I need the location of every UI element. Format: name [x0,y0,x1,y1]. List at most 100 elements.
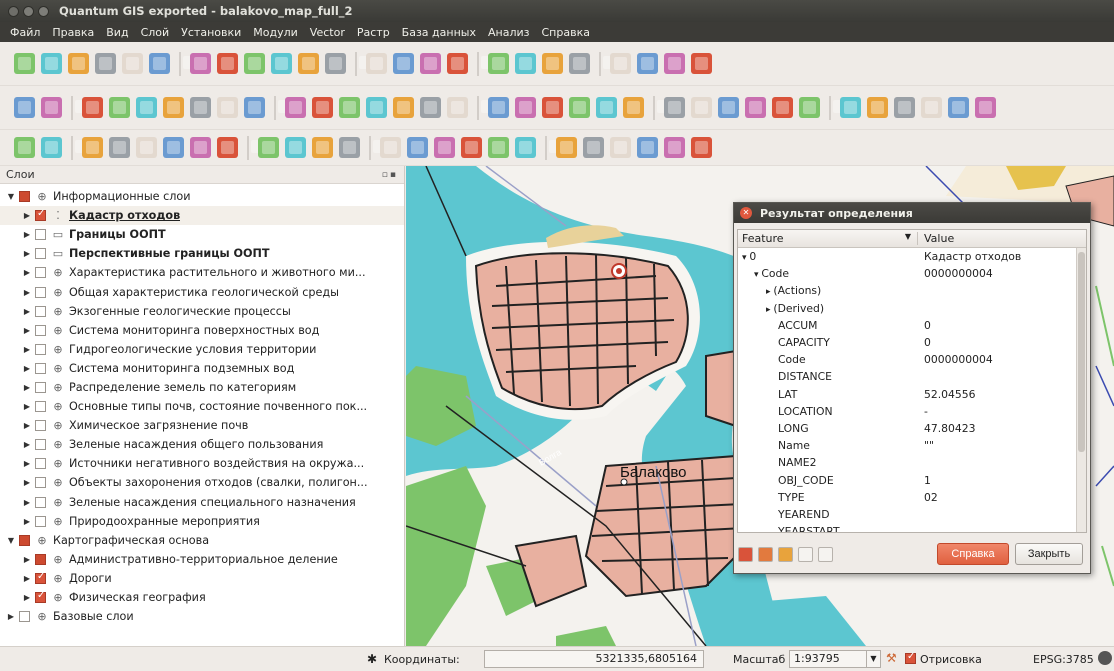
layer-row[interactable]: ▶ ⊕ Система мониторинга подземных вод [0,359,404,378]
window-close-icon[interactable] [8,5,19,17]
file-tool-icon[interactable] [95,53,116,74]
edit-tool-icon[interactable] [488,137,509,158]
layer-visibility-checkbox[interactable] [35,420,46,432]
edit-tool-icon[interactable] [190,137,211,158]
nav-tool-icon[interactable] [366,97,387,118]
nav-tool-icon[interactable] [420,97,441,118]
layer-row[interactable]: ▶ ⊕ Зеленые насаждения общего пользования [0,435,404,454]
layer-row[interactable]: ▶ ⊕ Характеристика растительного и животно… [0,263,404,282]
file-tool-icon[interactable] [190,53,211,74]
chevron-down-icon[interactable]: ▼ [866,651,880,667]
layer-visibility-checkbox[interactable] [35,439,46,451]
identify-row[interactable]: ▾ 0 Кадастр отходов [738,248,1086,265]
identify-row[interactable]: LOCATION - [738,403,1086,420]
layer-visibility-checkbox[interactable] [35,571,46,584]
expand-arrow-icon[interactable]: ▼ [6,192,16,201]
nav-tool-icon[interactable] [772,97,793,118]
nav-tool-icon[interactable] [718,97,739,118]
nav-tool-icon[interactable] [569,97,590,118]
menu-item-5[interactable]: Модули [247,26,304,39]
nav-tool-icon[interactable] [623,97,644,118]
layer-visibility-checkbox[interactable] [35,343,46,355]
layer-visibility-checkbox[interactable] [35,381,46,393]
nav-tool-icon[interactable] [542,97,563,118]
edit-tool-icon[interactable] [109,137,130,158]
nav-tool-icon[interactable] [339,97,360,118]
collapse-arrow-icon[interactable]: ▶ [22,402,32,411]
nav-tool-icon[interactable] [82,97,103,118]
layer-row[interactable]: ▶ ⁚ Кадастр отходов [0,206,404,226]
identify-row[interactable]: Code 0000000004 [738,351,1086,368]
menu-item-10[interactable]: Справка [535,26,595,39]
file-tool-icon[interactable] [542,53,563,74]
menu-item-9[interactable]: Анализ [482,26,536,39]
nav-tool-icon[interactable] [596,97,617,118]
collapse-arrow-icon[interactable]: ▶ [22,498,32,507]
layer-row[interactable]: ▶ ⊕ Экзогенные геологические процессы [0,302,404,321]
collapse-arrow-icon[interactable]: ▶ [22,459,32,468]
edit-tool-icon[interactable] [556,137,577,158]
nav-tool-icon[interactable] [447,97,468,118]
collapse-arrow-icon[interactable]: ▶ [22,574,32,583]
identify-row[interactable]: Name "" [738,437,1086,454]
layer-row[interactable]: ▶ ⊕ Химическое загрязнение почв [0,416,404,435]
menu-item-4[interactable]: Установки [175,26,247,39]
nav-tool-icon[interactable] [136,97,157,118]
identify-row[interactable]: ▾ Code 0000000004 [738,265,1086,282]
file-tool-icon[interactable] [298,53,319,74]
edit-tool-icon[interactable] [380,137,401,158]
nav-tool-icon[interactable] [217,97,238,118]
nav-tool-icon[interactable] [393,97,414,118]
collapse-arrow-icon[interactable]: ▶ [22,211,32,220]
layer-row[interactable]: ▶ ▭ Границы ООПТ [0,225,404,244]
scale-combobox[interactable]: 1:93795 ▼ [789,650,881,668]
edit-tool-icon[interactable] [664,137,685,158]
panel-dock-controls-icon[interactable]: ▫▪ [382,170,398,180]
file-tool-icon[interactable] [217,53,238,74]
stop-render-icon[interactable]: ⚒ [886,651,900,666]
edit-tool-icon[interactable] [14,137,35,158]
collapse-arrow-icon[interactable]: ▶ [22,421,32,430]
nav-tool-icon[interactable] [109,97,130,118]
file-tool-icon[interactable] [68,53,89,74]
nav-tool-icon[interactable] [867,97,888,118]
window-minimize-icon[interactable] [23,5,34,17]
edit-tool-icon[interactable] [583,137,604,158]
edit-tool-icon[interactable] [217,137,238,158]
layer-row[interactable]: ▶ ⊕ Распределение земель по категориям [0,378,404,397]
layer-visibility-checkbox[interactable] [35,267,46,279]
layer-visibility-checkbox[interactable] [35,553,46,565]
nav-tool-icon[interactable] [975,97,996,118]
collapse-arrow-icon[interactable]: ▶ [22,326,32,335]
layer-row[interactable]: ▶ ⊕ Источники негативного воздействия на о… [0,454,404,473]
edit-tool-icon[interactable] [285,137,306,158]
edit-tool-icon[interactable] [258,137,279,158]
file-tool-icon[interactable] [149,53,170,74]
nav-tool-icon[interactable] [488,97,509,118]
coordinates-field[interactable]: 5321335,6805164 [484,650,704,668]
file-tool-icon[interactable] [325,53,346,74]
menu-item-8[interactable]: База данных [396,26,482,39]
collapse-arrow-icon[interactable]: ▶ [22,478,32,487]
layer-row[interactable]: ▶ ⊕ Дороги [0,569,404,588]
dialog-close-icon[interactable]: ✕ [740,207,752,219]
nav-tool-icon[interactable] [285,97,306,118]
layer-visibility-checkbox[interactable] [35,305,46,317]
file-tool-icon[interactable] [637,53,658,74]
nav-tool-icon[interactable] [664,97,685,118]
render-checkbox[interactable] [905,651,916,664]
layer-row[interactable]: ▶ ⊕ Зеленые насаждения специального назнач… [0,493,404,512]
layer-visibility-checkbox[interactable] [35,362,46,374]
layer-row[interactable]: ▶ ⊕ Общая характеристика геологической сре… [0,282,404,301]
nav-tool-icon[interactable] [190,97,211,118]
vertical-scrollbar[interactable] [1076,248,1086,532]
column-header-value[interactable]: Value [918,232,954,245]
layer-visibility-checkbox[interactable] [35,324,46,336]
nav-tool-icon[interactable] [515,97,536,118]
layer-row[interactable]: ▶ ▭ Перспективные границы ООПТ [0,244,404,263]
file-tool-icon[interactable] [122,53,143,74]
help-button[interactable]: Справка [937,543,1009,565]
file-tool-icon[interactable] [244,53,265,74]
menu-item-6[interactable]: Vector [304,26,351,39]
expand-new-icon[interactable] [778,546,793,562]
